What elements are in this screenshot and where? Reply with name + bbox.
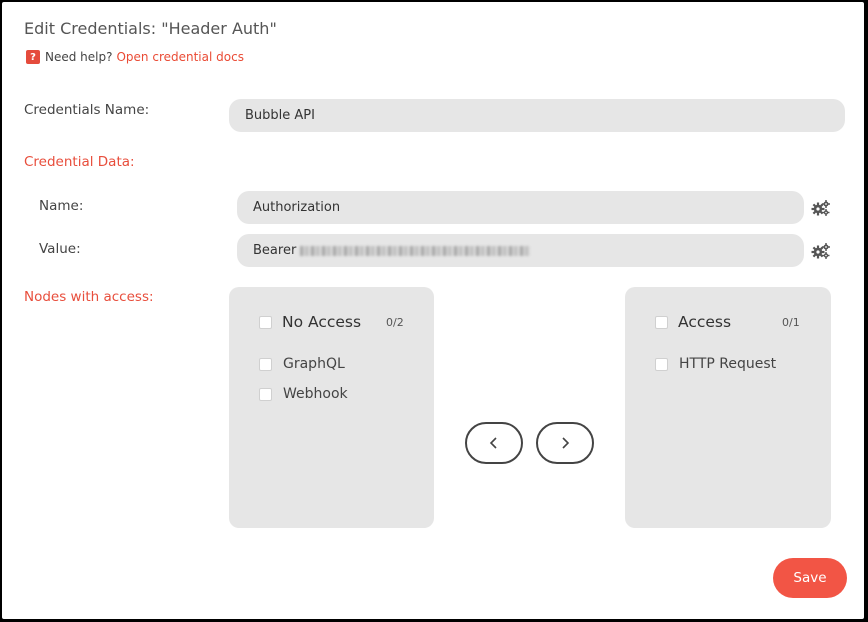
help-row: ? Need help? Open credential docs [26,50,244,64]
access-select-all-checkbox[interactable] [655,315,668,329]
list-item-graphql[interactable]: GraphQL [259,356,345,372]
question-icon: ? [26,50,40,64]
name-input[interactable]: Authorization [237,191,804,224]
credentials-name-value: Bubble API [245,108,315,123]
redacted-token [300,245,531,256]
name-value: Authorization [253,200,341,215]
graphql-checkbox[interactable] [259,357,272,371]
move-right-button[interactable] [536,422,594,464]
credential-data-label: Credential Data: [24,154,135,170]
access-title: Access [678,313,732,331]
no-access-panel: No Access 0/2 GraphQL Webhook [229,287,434,528]
edit-credentials-dialog: Edit Credentials: "Header Auth" ? Need h… [2,2,864,619]
access-header: Access [655,313,731,331]
value-prefix: Bearer [253,243,297,258]
help-prefix: Need help? [45,50,113,64]
list-item-webhook[interactable]: Webhook [259,386,348,402]
no-access-header: No Access [259,313,361,331]
save-button[interactable]: Save [773,558,847,598]
no-access-select-all-checkbox[interactable] [259,315,272,329]
dialog-title: Edit Credentials: "Header Auth" [24,19,277,38]
credentials-name-input[interactable]: Bubble API [229,99,845,132]
webhook-label: Webhook [283,386,348,402]
no-access-title: No Access [282,313,362,331]
value-label: Value: [39,241,81,257]
open-credential-docs-link[interactable]: Open credential docs [116,50,243,64]
graphql-label: GraphQL [283,356,345,372]
http-request-label: HTTP Request [679,356,777,372]
no-access-count: 0/2 [386,316,404,329]
http-request-checkbox[interactable] [655,357,668,371]
value-input[interactable]: Bearer [237,234,804,267]
gears-icon[interactable] [811,199,831,217]
access-panel: Access 0/1 HTTP Request [625,287,831,528]
credentials-name-label: Credentials Name: [24,102,150,118]
webhook-checkbox[interactable] [259,387,272,401]
nodes-with-access-label: Nodes with access: [24,289,154,305]
chevron-left-icon [489,437,497,449]
gears-icon[interactable] [811,242,831,260]
list-item-http-request[interactable]: HTTP Request [655,356,776,372]
chevron-right-icon [562,437,570,449]
name-label: Name: [39,198,84,214]
access-count: 0/1 [782,316,800,329]
move-left-button[interactable] [465,422,523,464]
